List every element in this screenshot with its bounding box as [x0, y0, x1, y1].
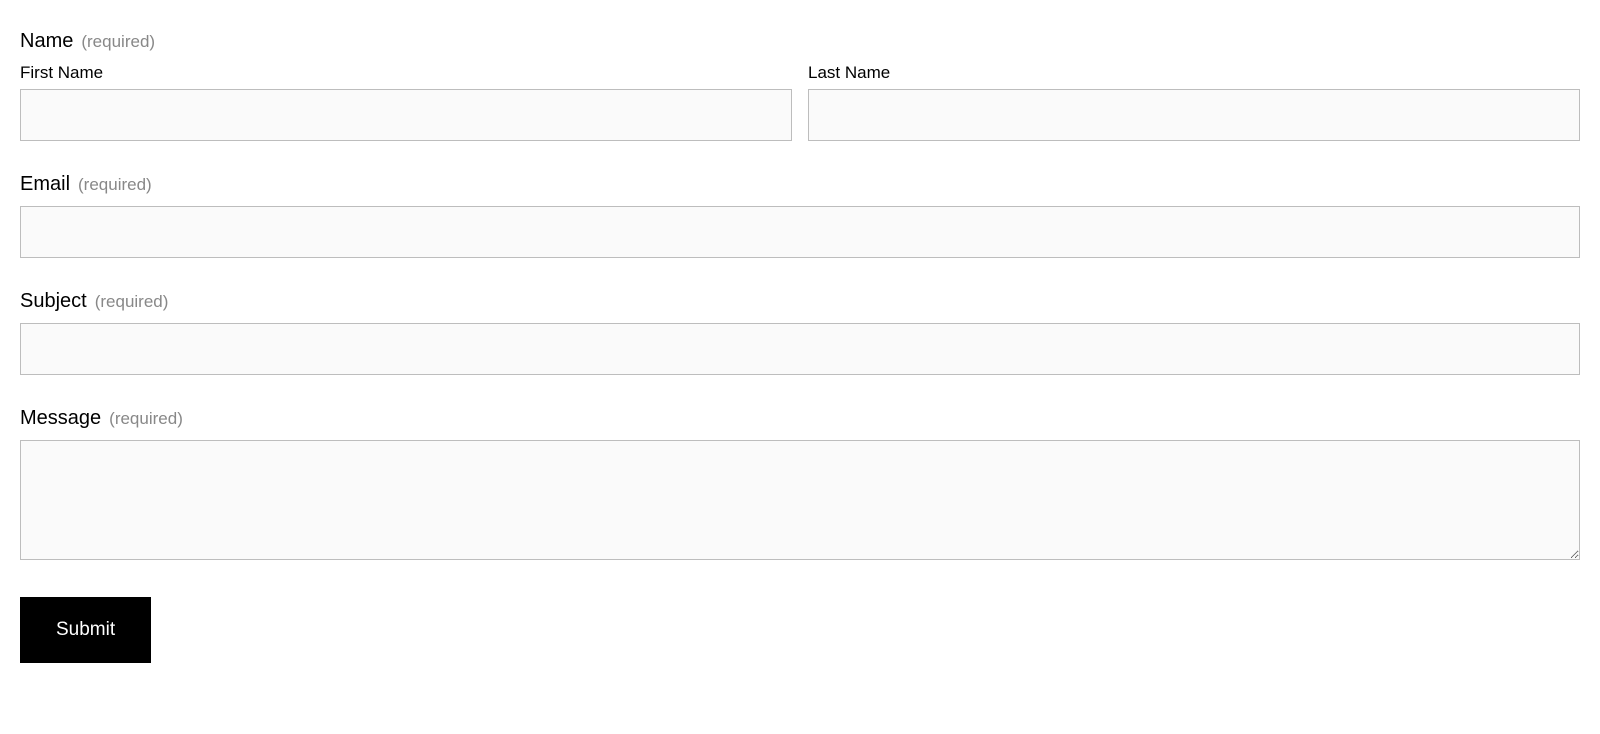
subject-required-note: (required)	[95, 292, 169, 312]
last-name-col: Last Name	[808, 63, 1580, 141]
subject-label: Subject	[20, 290, 87, 313]
email-required-note: (required)	[78, 175, 152, 195]
submit-button[interactable]: Submit	[20, 597, 151, 663]
name-title-row: Name (required)	[20, 30, 1580, 53]
subject-field-group: Subject (required)	[20, 290, 1580, 375]
email-input[interactable]	[20, 206, 1580, 258]
name-field-group: Name (required) First Name Last Name	[20, 30, 1580, 141]
first-name-input[interactable]	[20, 89, 792, 141]
name-required-note: (required)	[81, 32, 155, 52]
contact-form: Name (required) First Name Last Name Ema…	[20, 30, 1580, 663]
message-textarea[interactable]	[20, 440, 1580, 560]
first-name-label: First Name	[20, 63, 792, 83]
email-title-row: Email (required)	[20, 173, 1580, 196]
email-field-group: Email (required)	[20, 173, 1580, 258]
message-field-group: Message (required)	[20, 407, 1580, 565]
first-name-col: First Name	[20, 63, 792, 141]
last-name-label: Last Name	[808, 63, 1580, 83]
subject-title-row: Subject (required)	[20, 290, 1580, 313]
message-title-row: Message (required)	[20, 407, 1580, 430]
last-name-input[interactable]	[808, 89, 1580, 141]
name-input-row: First Name Last Name	[20, 63, 1580, 141]
message-label: Message	[20, 407, 101, 430]
name-label: Name	[20, 30, 73, 53]
email-label: Email	[20, 173, 70, 196]
subject-input[interactable]	[20, 323, 1580, 375]
message-required-note: (required)	[109, 409, 183, 429]
